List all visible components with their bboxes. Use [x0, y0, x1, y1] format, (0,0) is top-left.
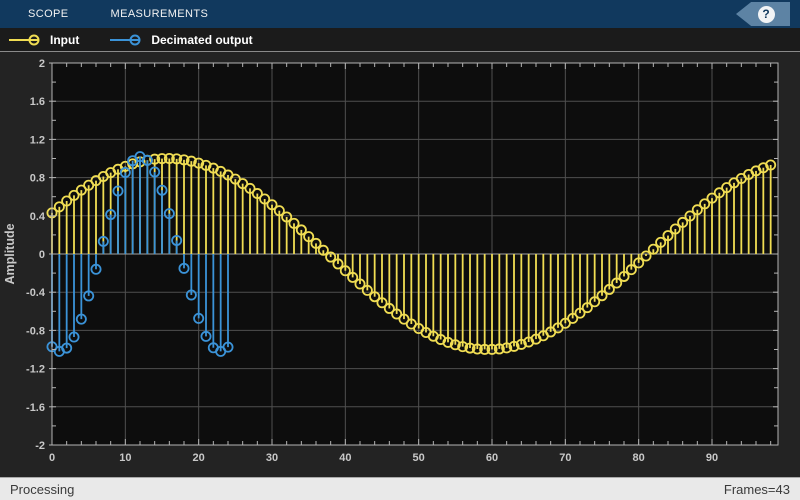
- svg-text:90: 90: [706, 452, 718, 464]
- svg-text:2: 2: [39, 58, 45, 70]
- svg-text:10: 10: [119, 452, 131, 464]
- svg-text:20: 20: [193, 452, 205, 464]
- svg-text:-1.6: -1.6: [26, 402, 45, 414]
- svg-text:30: 30: [266, 452, 278, 464]
- legend-item-decimated[interactable]: Decimated output: [107, 33, 274, 47]
- svg-text:-2: -2: [35, 440, 45, 452]
- svg-text:40: 40: [339, 452, 351, 464]
- stem-marker-yellow-icon: [9, 34, 40, 45]
- y-axis-label: Amplitude: [3, 223, 17, 284]
- svg-text:0.4: 0.4: [30, 211, 46, 223]
- tab-scope[interactable]: SCOPE: [14, 0, 83, 28]
- svg-text:50: 50: [413, 452, 425, 464]
- svg-text:-1.2: -1.2: [26, 364, 45, 376]
- legend-label-decimated: Decimated output: [151, 32, 253, 47]
- status-bar: Processing Frames=43: [0, 477, 800, 500]
- legend-item-input[interactable]: Input: [6, 33, 101, 47]
- status-processing: Processing: [10, 481, 75, 497]
- figure-area: 0 10 20 30 40 50 60 70 80 90 -2 -1.6 -1.2 -0.8 -0.4 0 0.…: [0, 52, 800, 477]
- svg-text:0: 0: [49, 452, 55, 464]
- svg-text:0.8: 0.8: [30, 173, 45, 185]
- help-icon: ?: [757, 5, 775, 23]
- legend-label-input: Input: [50, 32, 80, 47]
- legend-bar: Input Decimated output: [0, 28, 800, 52]
- stem-marker-blue-icon: [110, 34, 141, 45]
- svg-text:-0.4: -0.4: [26, 287, 46, 299]
- svg-text:1.6: 1.6: [30, 96, 45, 108]
- status-frames: Frames=43: [723, 481, 790, 497]
- help-button[interactable]: ?: [736, 2, 790, 26]
- toolstrip-tabbar: SCOPE MEASUREMENTS ?: [0, 0, 800, 28]
- svg-text:0: 0: [39, 249, 45, 261]
- stem-chart[interactable]: 0 10 20 30 40 50 60 70 80 90 -2 -1.6 -1.2 -0.8 -0.4 0 0.…: [0, 52, 800, 477]
- svg-text:-0.8: -0.8: [26, 325, 45, 337]
- svg-text:1.2: 1.2: [30, 134, 45, 146]
- svg-text:60: 60: [486, 452, 498, 464]
- tab-measurements[interactable]: MEASUREMENTS: [97, 0, 223, 28]
- svg-text:80: 80: [633, 452, 645, 464]
- scope-window: SCOPE MEASUREMENTS ? Input Decimated out…: [0, 0, 800, 500]
- svg-text:70: 70: [559, 452, 571, 464]
